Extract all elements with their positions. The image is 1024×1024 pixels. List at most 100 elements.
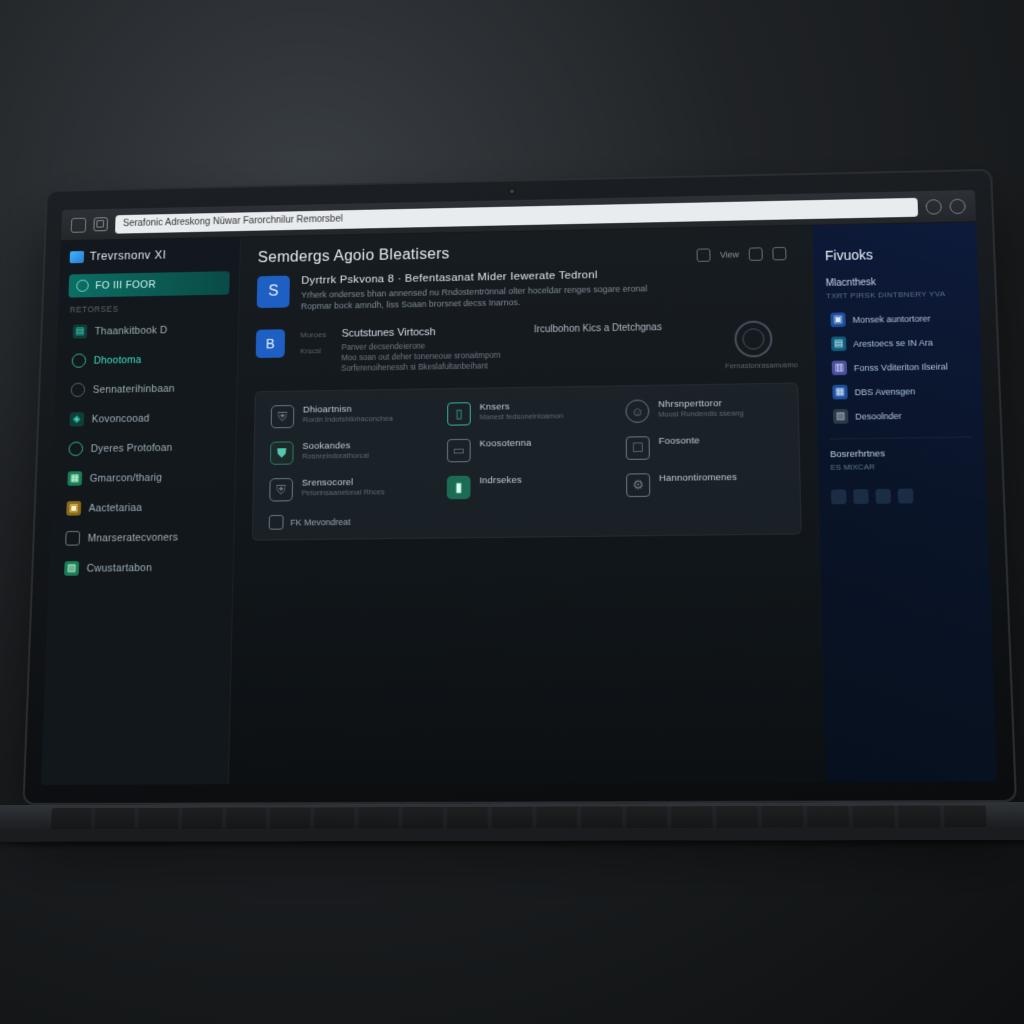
sidebar-item-5[interactable]: ▦ Gmarcon/tharig xyxy=(61,464,225,490)
more-icon[interactable] xyxy=(749,247,763,261)
col-label-2: Krscsl xyxy=(300,347,326,356)
shield-outline-icon: ⛨ xyxy=(269,478,293,502)
tray-icon[interactable] xyxy=(898,489,914,504)
tile-panel: ⛨ Dhioartnisn Rordn Indotshilohaconchea … xyxy=(252,383,802,541)
ring-icon xyxy=(68,442,83,457)
tile-sub: Moost Rundendis sseang xyxy=(658,409,743,420)
book-icon: ▤ xyxy=(73,324,88,338)
window-icon: ▭ xyxy=(447,439,471,463)
tray-icon[interactable] xyxy=(853,489,869,504)
system-tray xyxy=(831,488,975,505)
tile[interactable]: ▭ Koosotenna xyxy=(447,437,602,462)
toolbar-label: View xyxy=(720,250,739,260)
gear-icon: ⚙ xyxy=(626,474,650,498)
rail-item[interactable]: ▧ Desoolnder xyxy=(829,402,972,429)
tile-icon: ▦ xyxy=(832,385,847,400)
tray-icon[interactable] xyxy=(875,489,891,504)
sidebar-item-label: FO III FOOR xyxy=(95,279,156,291)
app-title: Trevrsnonv XI xyxy=(70,247,231,263)
tile[interactable]: ⚙ Hannontiromenes xyxy=(626,472,784,498)
sidebar-item-4[interactable]: Dyeres Protofoan xyxy=(62,435,226,461)
shield-filled-icon: ⛊ xyxy=(270,442,294,465)
page-toolbar: View xyxy=(696,247,786,262)
search-icon[interactable] xyxy=(949,198,965,213)
ring-icon xyxy=(72,353,87,367)
tile-title: Foosonte xyxy=(659,436,700,447)
sidebar-item-label: Mnarseratecvoners xyxy=(87,531,178,544)
tile-title: Hannontiromenes xyxy=(659,472,737,484)
tile-sub: Manest fedsonelnloamon xyxy=(480,412,564,423)
tile-icon: ▥ xyxy=(832,361,847,376)
sidebar-item-active[interactable]: FO III FOOR xyxy=(68,271,229,297)
status-title: Scutstunes Virtocsh xyxy=(342,326,501,340)
feature-badge-icon: S xyxy=(257,276,290,308)
sidebar-item-label: Kovoncooad xyxy=(92,412,150,424)
sidebar-item-2[interactable]: Sennaterihinbaan xyxy=(65,376,228,402)
main-content: Semdergs Agoio Bleatisers View S Dyrtrrk… xyxy=(229,226,826,785)
shield-icon: ◈ xyxy=(69,412,84,426)
status-line3: Sorferenoihenessh si Bkeslafultanbeihant xyxy=(341,361,501,374)
tile-icon: ▤ xyxy=(831,336,846,351)
col-label-1: Moroes xyxy=(300,331,326,340)
view-icon[interactable] xyxy=(696,248,710,262)
sidebar-section-label: Retorses xyxy=(68,300,229,314)
sidebar: Trevrsnonv XI FO III FOOR Retorses ▤ Tha… xyxy=(41,238,241,785)
sidebar-item-1[interactable]: Dhootoma xyxy=(66,346,228,372)
sidebar-item-label: Cwustartabon xyxy=(86,562,152,574)
rail-item-label: Desoolnder xyxy=(855,411,902,421)
rail-section-label: Mlacnthesk xyxy=(826,276,967,289)
account-icon: ☐ xyxy=(626,437,650,461)
tile[interactable]: ☺ Nhrsnperttoror Moost Rundendis sseang xyxy=(625,398,782,424)
expand-icon xyxy=(269,515,284,530)
status-subtitle: Irculbohon Kics a Dtetchgnas xyxy=(534,323,662,336)
shield-outline-icon: ⛨ xyxy=(271,405,295,428)
tile[interactable]: ⛊ Sookandes Rosnreindorathorcal xyxy=(270,440,424,465)
rail-item[interactable]: ▦ DBS Avensgen xyxy=(828,378,971,405)
device-icon: ▯ xyxy=(447,402,471,425)
sidebar-item-label: Thaankitbook D xyxy=(95,324,168,337)
sidebar-item-8[interactable]: ▧ Cwustartabon xyxy=(58,555,223,581)
panel-footer[interactable]: FK Mevondreat xyxy=(269,509,785,530)
tile[interactable]: ☐ Foosonte xyxy=(626,435,783,461)
rail-footer-label: Bosrerhrtnes xyxy=(830,447,973,460)
square-icon xyxy=(65,531,80,546)
scan-progress-icon[interactable] xyxy=(734,321,772,358)
keyboard xyxy=(0,802,1024,842)
tile-title: Koosotenna xyxy=(479,438,531,449)
rail-item-label: Arestoecs se IN Ara xyxy=(853,337,933,348)
rail-item[interactable]: ▣ Monsek auntortorer xyxy=(826,305,968,332)
rail-footer-sub: ES MIXCAR xyxy=(830,461,973,472)
tile[interactable]: ⛨ Srensocorel Petorinsaanetonal Rhces xyxy=(269,477,423,502)
tile-icon: ▧ xyxy=(833,409,848,424)
tile[interactable]: ⛨ Dhioartnisn Rordn Indotshilohaconchea xyxy=(271,403,424,428)
sidebar-item-0[interactable]: ▤ Thaankitbook D xyxy=(67,317,229,343)
panel-footer-label: FK Mevondreat xyxy=(290,517,350,527)
tile-sub: Rosnreindorathorcal xyxy=(302,451,369,461)
folder-icon: ▣ xyxy=(66,501,81,516)
sidebar-item-7[interactable]: Mnarseratecvoners xyxy=(59,524,224,550)
sidebar-item-3[interactable]: ◈ Kovoncooad xyxy=(64,405,227,431)
sidebar-item-label: Dhootoma xyxy=(94,354,142,366)
home-icon xyxy=(76,280,89,292)
rail-title: Fivuoks xyxy=(825,245,966,263)
tray-icon[interactable] xyxy=(831,489,847,504)
rail-section-sub: TXRT PIRSK DINTBNERY YVA xyxy=(826,289,967,300)
right-rail: Fivuoks Mlacnthesk TXRT PIRSK DINTBNERY … xyxy=(812,222,997,782)
rail-item[interactable]: ▤ Arestoecs se IN Ara xyxy=(827,329,969,356)
sidebar-item-6[interactable]: ▣ Aactetariaa xyxy=(60,494,224,520)
tile[interactable]: ▯ Knsers Manest fedsonelnloamon xyxy=(447,400,602,425)
back-icon[interactable] xyxy=(71,217,87,232)
tile[interactable]: ▮ Indrsekes xyxy=(447,474,603,499)
divider xyxy=(830,436,972,439)
sidebar-item-label: Sennaterihinbaan xyxy=(93,383,175,396)
circle-icon xyxy=(70,383,85,397)
rail-item[interactable]: ▥ Fonss Vditeriton Ilseiral xyxy=(828,354,970,381)
refresh-icon[interactable] xyxy=(925,199,941,214)
grid-icon: ▦ xyxy=(67,471,82,486)
settings-icon[interactable] xyxy=(772,247,786,261)
tile-title: Indrsekes xyxy=(479,475,522,486)
tile-sub: Petorinsaanetonal Rhces xyxy=(302,488,385,499)
rail-item-label: Fonss Vditeriton Ilseiral xyxy=(854,361,948,372)
status-badge-icon: B xyxy=(256,329,285,358)
rail-item-label: Monsek auntortorer xyxy=(852,313,930,324)
